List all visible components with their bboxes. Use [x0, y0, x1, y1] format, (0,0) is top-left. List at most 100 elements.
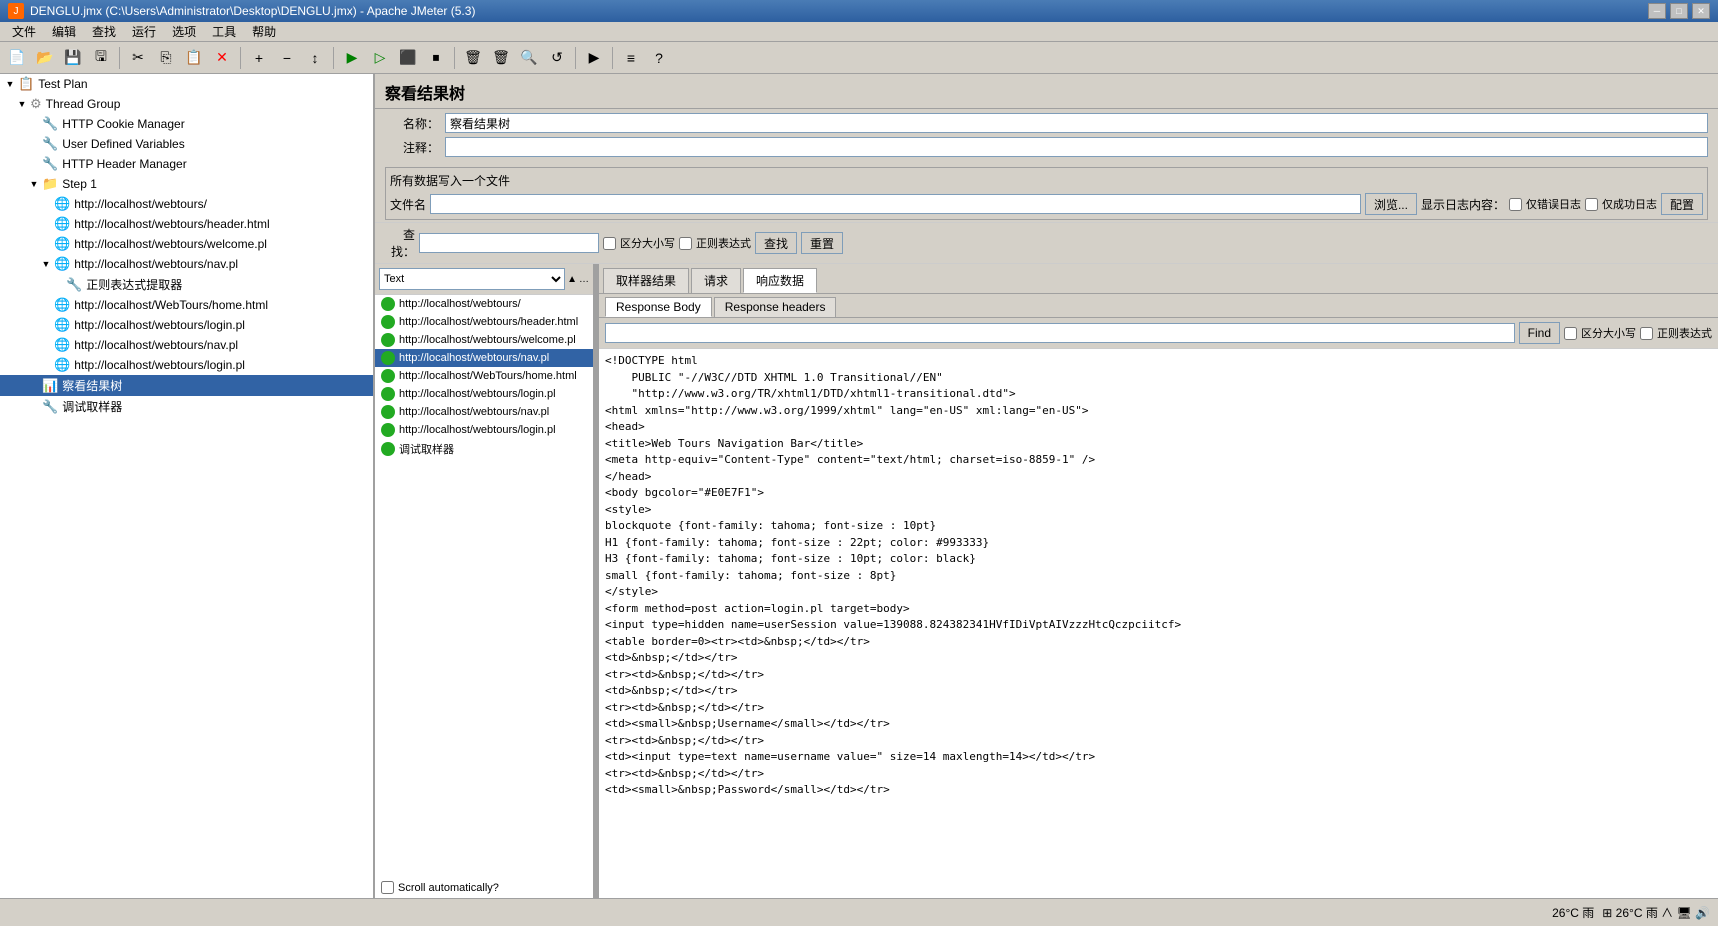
list-item-1[interactable]: http://localhost/webtours/header.html — [375, 313, 593, 331]
subtab-response-body[interactable]: Response Body — [605, 297, 712, 317]
shutdown-button[interactable]: ⏹ — [423, 45, 449, 71]
error-log-check[interactable] — [1509, 198, 1522, 211]
list-more[interactable]: … — [579, 274, 589, 285]
collapse-button[interactable]: − — [274, 45, 300, 71]
menu-file[interactable]: 文件 — [4, 21, 44, 42]
url-nav-expand[interactable]: ▼ — [40, 258, 52, 270]
list-button[interactable]: ≡ — [618, 45, 644, 71]
regex-label: 正则表达式提取器 — [86, 276, 182, 293]
menu-help[interactable]: 帮助 — [244, 21, 284, 42]
debug-sampler-item[interactable]: ▷ 🔧 调试取样器 — [0, 396, 373, 417]
comment-input[interactable] — [445, 137, 1708, 157]
list-item-0[interactable]: http://localhost/webtours/ — [375, 295, 593, 313]
reset-search-btn[interactable]: 重置 — [801, 232, 843, 254]
remote-start-button[interactable]: ▶ — [581, 45, 607, 71]
url2-item[interactable]: ▷ 🌐 http://localhost/webtours/header.htm… — [0, 214, 373, 234]
test-plan-item[interactable]: ▼ 📋 Test Plan — [0, 74, 373, 94]
search-input[interactable] — [419, 233, 599, 253]
list-item-6[interactable]: http://localhost/webtours/nav.pl — [375, 403, 593, 421]
find-button[interactable]: Find — [1519, 322, 1560, 344]
tab-sampler-result[interactable]: 取样器结果 — [603, 268, 689, 293]
find-btn[interactable]: 查找 — [755, 232, 797, 254]
menu-edit[interactable]: 编辑 — [44, 21, 84, 42]
copy-button[interactable]: ⎘ — [153, 45, 179, 71]
case-sensitive-check[interactable] — [603, 237, 616, 250]
url-login-item[interactable]: ▷ 🌐 http://localhost/webtours/login.pl — [0, 315, 373, 335]
delete-button[interactable]: ✕ — [209, 45, 235, 71]
url-home-item[interactable]: ▷ 🌐 http://localhost/WebTours/home.html — [0, 295, 373, 315]
saveas-button[interactable]: 🖫 — [88, 45, 114, 71]
url1-item[interactable]: ▷ 🌐 http://localhost/webtours/ — [0, 194, 373, 214]
thread-group-expand[interactable]: ▼ — [16, 98, 28, 110]
close-button[interactable]: ✕ — [1692, 3, 1710, 19]
find-case-check[interactable] — [1564, 327, 1577, 340]
file-input[interactable] — [430, 194, 1361, 214]
menu-find[interactable]: 查找 — [84, 21, 124, 42]
success-log-check[interactable] — [1585, 198, 1598, 211]
url2-label: http://localhost/webtours/header.html — [74, 217, 269, 231]
user-defined-item[interactable]: ▷ 🔧 User Defined Variables — [0, 134, 373, 154]
config-button[interactable]: 配置 — [1661, 193, 1703, 215]
new-button[interactable]: 📄 — [4, 45, 30, 71]
code-area[interactable]: <!DOCTYPE html PUBLIC "-//W3C//DTD XHTML… — [599, 349, 1718, 898]
url-login2-item[interactable]: ▷ 🌐 http://localhost/webtours/login.pl — [0, 355, 373, 375]
regex-check[interactable] — [679, 237, 692, 250]
list-up-arrow[interactable]: ▲ — [567, 274, 577, 285]
name-input[interactable] — [445, 113, 1708, 133]
browse-button[interactable]: 浏览... — [1365, 193, 1417, 215]
text-mode-select[interactable]: Text RegExp Tester CSS/JQuery Tester XPa… — [379, 268, 565, 290]
find-regex-check[interactable] — [1640, 327, 1653, 340]
url-nav2-item[interactable]: ▷ 🌐 http://localhost/webtours/nav.pl — [0, 335, 373, 355]
list-item-4[interactable]: http://localhost/WebTours/home.html — [375, 367, 593, 385]
thread-group-item[interactable]: ▼ ⚙ Thread Group — [0, 94, 373, 114]
clear-all-button[interactable]: 🗑 — [488, 45, 514, 71]
cut-button[interactable]: ✂ — [125, 45, 151, 71]
scroll-check-box[interactable] — [381, 881, 394, 894]
stop-button[interactable]: ⬛ — [395, 45, 421, 71]
regex-item[interactable]: ▷ 🔧 正则表达式提取器 — [0, 274, 373, 295]
url-nav-item[interactable]: ▼ 🌐 http://localhost/webtours/nav.pl — [0, 254, 373, 274]
app-icon: J — [8, 3, 24, 19]
step1-expand[interactable]: ▼ — [28, 178, 40, 190]
thread-group-icon: ⚙ — [30, 96, 42, 112]
help-toolbar-button[interactable]: ? — [646, 45, 672, 71]
url-nav2-label: http://localhost/webtours/nav.pl — [74, 338, 238, 352]
start-no-pause-button[interactable]: ▷ — [367, 45, 393, 71]
list-item-2[interactable]: http://localhost/webtours/welcome.pl — [375, 331, 593, 349]
menu-options[interactable]: 选项 — [164, 21, 204, 42]
maximize-button[interactable]: □ — [1670, 3, 1688, 19]
expand-button[interactable]: + — [246, 45, 272, 71]
status-dot-1 — [381, 315, 395, 329]
user-defined-label: User Defined Variables — [62, 137, 185, 151]
list-item-5[interactable]: http://localhost/webtours/login.pl — [375, 385, 593, 403]
view-result-item[interactable]: ▷ 📊 察看结果树 — [0, 375, 373, 396]
clear-button[interactable]: 🗑 — [460, 45, 486, 71]
minimize-button[interactable]: ─ — [1648, 3, 1666, 19]
toggle-button[interactable]: ↕ — [302, 45, 328, 71]
menu-run[interactable]: 运行 — [124, 21, 164, 42]
regex-label: 正则表达式 — [696, 235, 751, 251]
http-header-item[interactable]: ▷ 🔧 HTTP Header Manager — [0, 154, 373, 174]
reset-toolbar-button[interactable]: ↺ — [544, 45, 570, 71]
find-input[interactable] — [605, 323, 1515, 343]
tab-response-data[interactable]: 响应数据 — [743, 268, 817, 293]
list-item-8[interactable]: 调试取样器 — [375, 439, 593, 459]
subtab-response-headers[interactable]: Response headers — [714, 297, 837, 317]
step1-item[interactable]: ▼ 📁 Step 1 — [0, 174, 373, 194]
url-login-icon: 🌐 — [54, 317, 70, 333]
bottom-right: 26°C 雨 ⊞ 26°C 雨 ∧ 🖥 🔊 — [1552, 904, 1710, 921]
tab-request[interactable]: 请求 — [691, 268, 741, 293]
menu-tools[interactable]: 工具 — [204, 21, 244, 42]
search-toolbar-button[interactable]: 🔍 — [516, 45, 542, 71]
http-cookie-item[interactable]: ▷ 🔧 HTTP Cookie Manager — [0, 114, 373, 134]
list-item-3[interactable]: http://localhost/webtours/nav.pl — [375, 349, 593, 367]
start-button[interactable]: ▶ — [339, 45, 365, 71]
test-plan-expand[interactable]: ▼ — [4, 78, 16, 90]
http-header-label: HTTP Header Manager — [62, 157, 187, 171]
paste-button[interactable]: 📋 — [181, 45, 207, 71]
save-button[interactable]: 💾 — [60, 45, 86, 71]
list-item-7[interactable]: http://localhost/webtours/login.pl — [375, 421, 593, 439]
open-button[interactable]: 📂 — [32, 45, 58, 71]
url3-item[interactable]: ▷ 🌐 http://localhost/webtours/welcome.pl — [0, 234, 373, 254]
status-dot-8 — [381, 442, 395, 456]
